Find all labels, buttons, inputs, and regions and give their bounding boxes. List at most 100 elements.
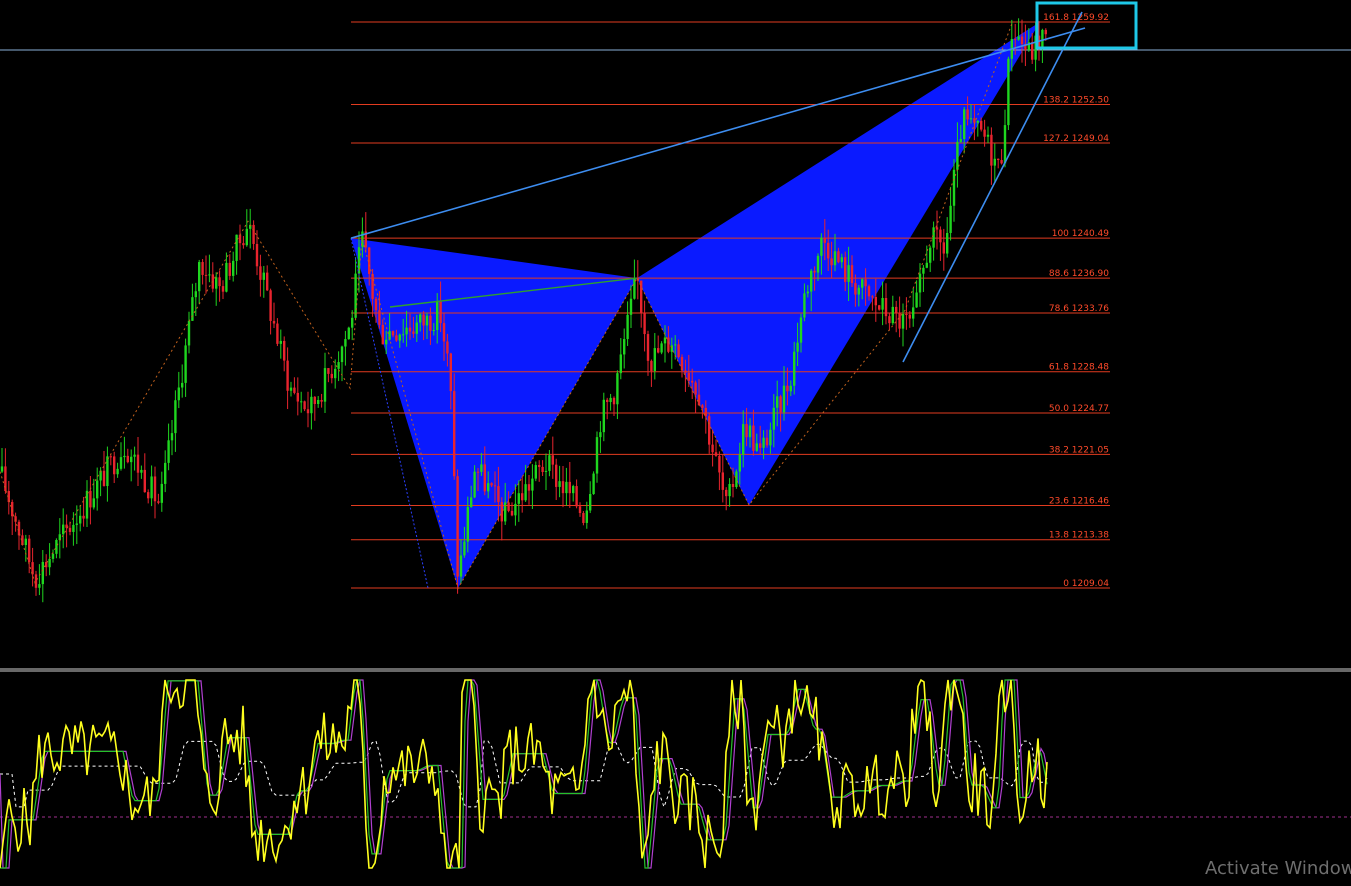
candle-body (391, 331, 395, 336)
candle (1031, 32, 1034, 64)
candle-body (408, 327, 412, 332)
candle (113, 451, 116, 484)
candle (347, 326, 350, 340)
candle (990, 127, 993, 185)
candle-body (568, 481, 571, 494)
candle-body (565, 481, 568, 494)
candle-body (585, 510, 588, 523)
candle (351, 310, 354, 341)
candle (266, 265, 269, 292)
candle-body (942, 242, 945, 254)
candle-body (245, 228, 248, 246)
candle (184, 338, 187, 397)
candle-body (116, 468, 119, 475)
candle-body (140, 469, 143, 473)
candle-body (599, 432, 602, 438)
candle-body (510, 510, 514, 516)
candle (721, 454, 724, 503)
candle-body (436, 301, 439, 330)
candle-body (650, 360, 653, 372)
candle-body (58, 534, 61, 540)
candle (51, 549, 55, 563)
candle (1020, 19, 1024, 63)
candle (901, 303, 905, 347)
candle-body (38, 584, 41, 588)
candle-body (310, 396, 313, 414)
candle-body (208, 274, 211, 276)
candle (85, 480, 89, 527)
candle-body (174, 400, 177, 434)
candle-body (793, 351, 796, 386)
candle-body (521, 493, 524, 501)
candle (303, 400, 306, 412)
candle-body (150, 476, 153, 499)
candle (198, 259, 201, 304)
candle-body (252, 224, 255, 244)
candle (939, 226, 942, 261)
candle-body (48, 558, 51, 568)
candle-body (89, 490, 92, 508)
candle-body (204, 274, 208, 276)
candle-body (517, 493, 520, 504)
candle-body (973, 118, 976, 123)
candle-body (157, 501, 160, 503)
candle-body (555, 464, 558, 487)
candle-body (541, 466, 544, 472)
candle (147, 489, 150, 504)
candle (14, 512, 17, 532)
candle-body (490, 483, 493, 486)
candle-body (286, 360, 289, 391)
candle-body (963, 109, 966, 140)
candle-body (0, 466, 4, 472)
candle-body (429, 315, 432, 331)
candle (898, 296, 901, 338)
candle (592, 471, 595, 495)
candle (289, 381, 293, 397)
candle (41, 550, 44, 603)
candle (619, 337, 622, 380)
candle-body (663, 337, 667, 344)
candle-body (922, 267, 925, 274)
candle (317, 396, 320, 408)
candle (609, 393, 612, 411)
candle (337, 351, 340, 382)
candle-body (293, 387, 296, 393)
candle-body (374, 298, 378, 311)
candle-body (691, 380, 694, 383)
candle-body (72, 524, 75, 532)
candle (942, 228, 945, 271)
candle-body (742, 424, 745, 455)
candle-body (106, 456, 109, 487)
candle (711, 429, 714, 467)
candle (650, 359, 653, 387)
candle (946, 217, 949, 258)
candle (881, 281, 884, 326)
candle (140, 465, 143, 479)
candle-body (402, 334, 405, 336)
candle (993, 143, 996, 183)
candle-body (657, 348, 660, 353)
candle-body (466, 507, 469, 542)
candle-body (694, 382, 697, 395)
candle-body (748, 425, 752, 438)
candle (912, 288, 915, 327)
candle-body (62, 524, 65, 535)
candle-body (983, 129, 986, 137)
candle-body (194, 291, 197, 298)
candle-body (731, 483, 735, 487)
candle (313, 396, 316, 421)
candle-body (330, 373, 333, 379)
candle-body (385, 339, 388, 345)
fib-label: 78.6 1233.76 (1049, 304, 1109, 314)
candle-body (986, 134, 990, 137)
candle (521, 476, 524, 513)
candle (891, 295, 894, 325)
candle-body (939, 229, 942, 243)
candle (527, 475, 531, 505)
candle-body (483, 464, 486, 492)
candle (170, 420, 174, 456)
candle-body (878, 305, 881, 310)
candle-body (816, 255, 820, 273)
candle-body (623, 339, 626, 355)
candle (623, 328, 626, 369)
